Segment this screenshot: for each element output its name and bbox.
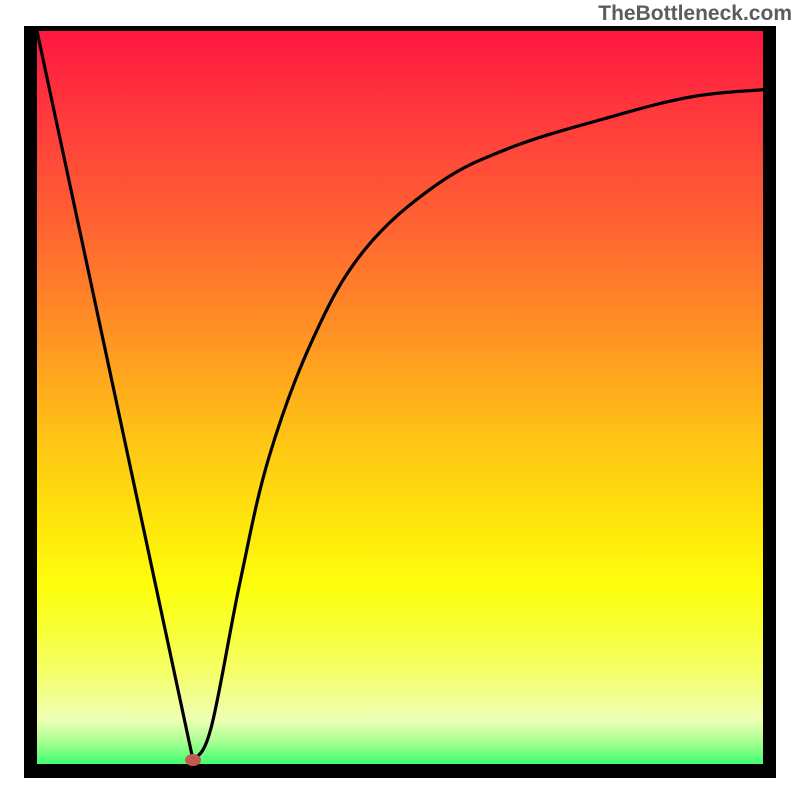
optimal-point-marker xyxy=(185,754,201,766)
bottleneck-curve xyxy=(37,31,763,764)
plot-gradient-background xyxy=(37,31,763,764)
curve-path xyxy=(37,31,763,760)
attribution-text: TheBottleneck.com xyxy=(598,2,792,26)
plot-frame xyxy=(24,26,776,778)
